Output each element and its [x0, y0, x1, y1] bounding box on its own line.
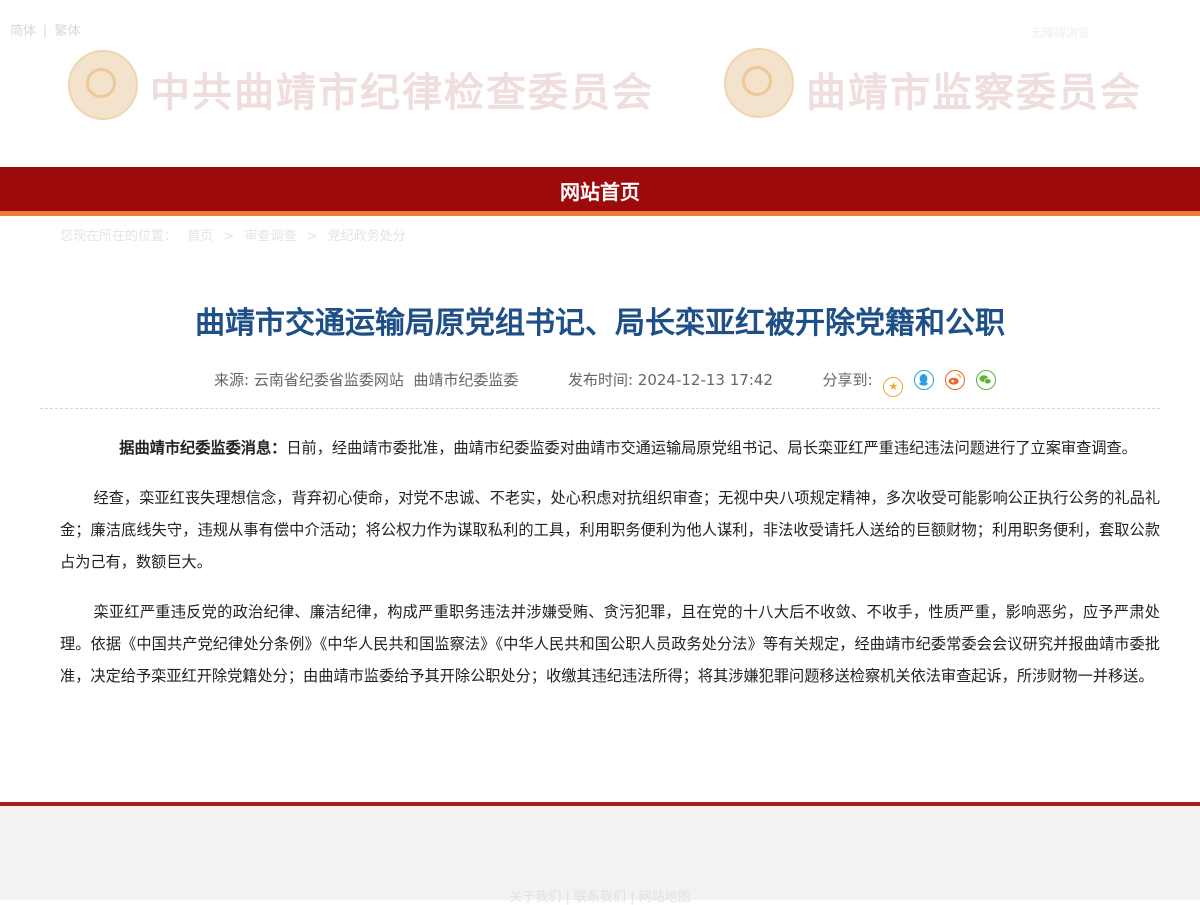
share-label: 分享到:	[822, 371, 873, 389]
language-separator: |	[43, 24, 48, 39]
article-title: 曲靖市交通运输局原党组书记、局长栾亚红被开除党籍和公职	[195, 306, 1005, 341]
publish-time-value: 2024-12-13 17:42	[637, 371, 773, 389]
breadcrumb-prefix: 您现在所在的位置：	[60, 229, 178, 244]
national-emblem-icon	[724, 48, 794, 118]
paragraph-text: 日前，经曲靖市委批准，曲靖市纪委监委对曲靖市交通运输局原党组书记、局长栾亚红严重…	[286, 439, 1137, 457]
banner-left-title: 中共曲靖市纪律检查委员会	[150, 69, 654, 116]
breadcrumb-item-review[interactable]: 审查调查	[244, 229, 296, 244]
article-paragraph: 据曲靖市纪委监委消息：日前，经曲靖市委批准，曲靖市纪委监委对曲靖市交通运输局原党…	[60, 432, 1160, 464]
article-paragraph: 经查，栾亚红丧失理想信念，背弃初心使命，对党不忠诚、不老实，处心积虑对抗组织审查…	[60, 489, 1160, 571]
footer-links[interactable]: 关于我们 | 联系我们 | 网站地图	[0, 886, 1200, 905]
traditional-chinese-link[interactable]: 繁体	[54, 24, 80, 39]
breadcrumb-separator: >	[306, 229, 318, 244]
simplified-chinese-link[interactable]: 简体	[10, 24, 36, 39]
article-body: 据曲靖市纪委监委消息：日前，经曲靖市委批准，曲靖市纪委监委对曲靖市交通运输局原党…	[60, 432, 1160, 710]
source-label: 来源:	[214, 371, 250, 389]
star-icon[interactable]: ★	[883, 377, 904, 397]
meta-divider	[40, 408, 1160, 409]
article-paragraph: 栾亚红严重违反党的政治纪律、廉洁纪律，构成严重职务违法并涉嫌受贿、贪污犯罪，且在…	[60, 603, 1160, 685]
banner-right-title: 曲靖市监察委员会	[806, 69, 1142, 116]
wechat-icon[interactable]	[975, 370, 996, 390]
lead-source: 据曲靖市纪委监委消息：	[119, 439, 287, 457]
nav-home-link[interactable]: 网站首页	[0, 176, 1200, 205]
breadcrumb-item-home[interactable]: 首页	[187, 229, 213, 244]
footer: 关于我们 | 联系我们 | 网站地图	[0, 806, 1200, 905]
article-meta: 来源: 云南省纪委省监委网站 曲靖市纪委监委 发布时间: 2024-12-13 …	[214, 369, 996, 397]
main-nav: 网站首页	[0, 167, 1200, 216]
breadcrumb-separator: >	[223, 229, 235, 244]
weibo-icon[interactable]	[944, 370, 965, 390]
party-emblem-icon	[68, 50, 138, 120]
breadcrumb: 您现在所在的位置： 首页 > 审查调查 > 党纪政务处分	[60, 225, 412, 244]
breadcrumb-item-discipline[interactable]: 党纪政务处分	[328, 229, 406, 244]
language-switcher: 简体 | 繁体	[10, 20, 80, 39]
site-banner: 中共曲靖市纪律检查委员会 曲靖市监察委员会	[0, 38, 1200, 138]
qq-icon[interactable]	[914, 370, 935, 390]
source-value: 云南省纪委省监委网站 曲靖市纪委监委	[253, 371, 519, 389]
publish-time-label: 发布时间:	[567, 371, 634, 389]
